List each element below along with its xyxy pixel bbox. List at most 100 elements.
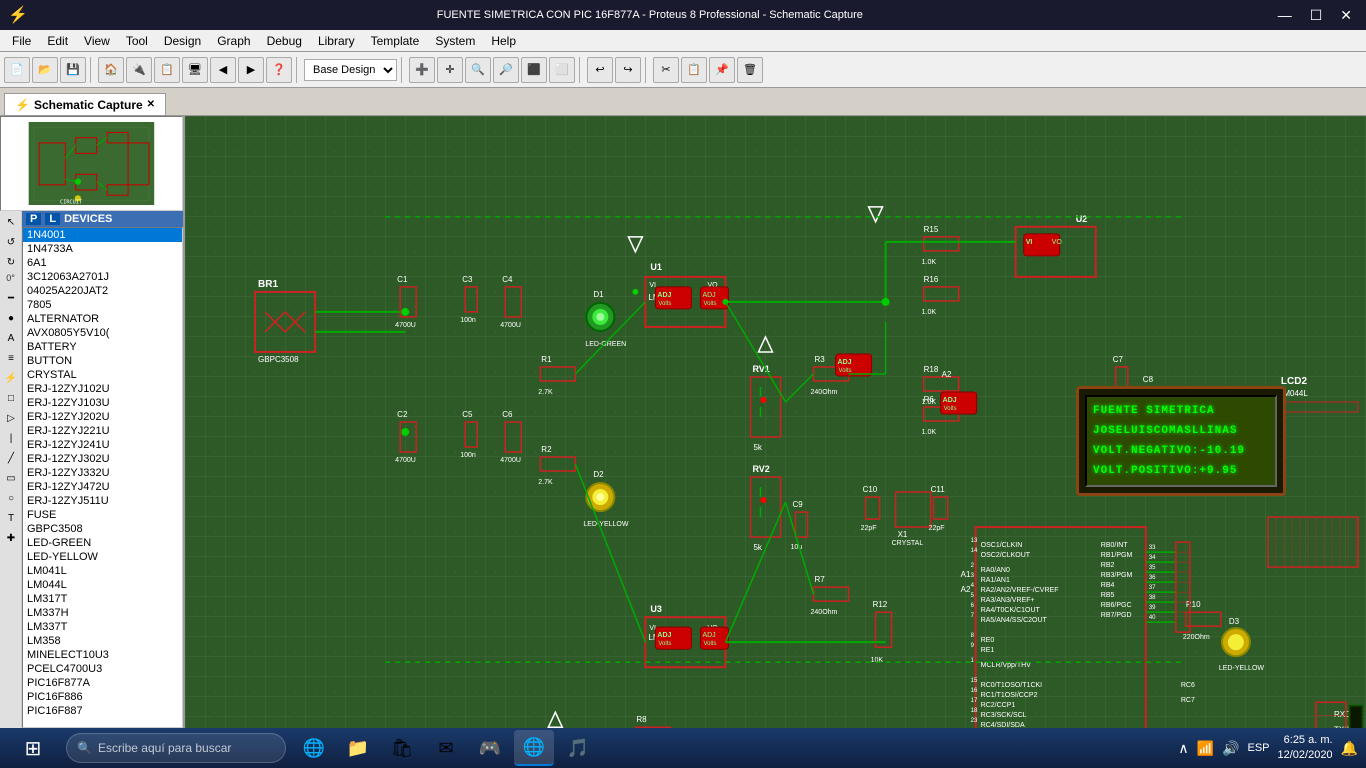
tool-bus[interactable]: ≡ — [2, 349, 20, 367]
menu-system[interactable]: System — [427, 30, 483, 51]
device-item[interactable]: LM337H — [23, 606, 182, 620]
search-bar[interactable]: 🔍 Escribe aquí para buscar — [66, 733, 286, 763]
design-dropdown[interactable]: Base Design — [304, 59, 397, 81]
minimize-button[interactable]: — — [1272, 5, 1298, 26]
tb-pcb[interactable]: 🖥 — [182, 57, 208, 83]
device-item[interactable]: 6A1 — [23, 256, 182, 270]
tool-undo[interactable]: ↺ — [2, 233, 20, 251]
device-item[interactable]: LM041L — [23, 564, 182, 578]
tool-select[interactable]: ↖ — [2, 213, 20, 231]
tool-circle[interactable]: ○ — [2, 489, 20, 507]
device-item[interactable]: 7805 — [23, 298, 182, 312]
chevron-up-icon[interactable]: ∧ — [1178, 740, 1188, 757]
device-item[interactable]: BUTTON — [23, 354, 182, 368]
tb-netlist[interactable]: 🔌 — [126, 57, 152, 83]
menu-template[interactable]: Template — [363, 30, 428, 51]
device-item[interactable]: 3C12063A2701J — [23, 270, 182, 284]
device-item[interactable]: ERJ-12ZYJ221U — [23, 424, 182, 438]
tool-pin[interactable]: | — [2, 429, 20, 447]
device-item[interactable]: LED-GREEN — [23, 536, 182, 550]
tb-paste[interactable]: 📌 — [709, 57, 735, 83]
device-item[interactable]: LM358 — [23, 634, 182, 648]
tb-fwd[interactable]: ▶ — [238, 57, 264, 83]
taskbar-app-explorer[interactable]: 📁 — [338, 730, 378, 766]
taskbar-app-media[interactable]: 🎵 — [558, 730, 598, 766]
device-item[interactable]: PIC16F886 — [23, 690, 182, 704]
tool-line[interactable]: ╱ — [2, 449, 20, 467]
taskbar-app-mail[interactable]: ✉ — [426, 730, 466, 766]
tool-rect[interactable]: ▭ — [2, 469, 20, 487]
device-item[interactable]: ERJ-12ZYJ511U — [23, 494, 182, 508]
tb-open[interactable]: 📂 — [32, 57, 58, 83]
device-list[interactable]: 1N40011N4733A6A13C12063A2701J04025A220JA… — [22, 227, 183, 728]
tab-close-button[interactable]: ✕ — [147, 99, 155, 110]
notifications-icon[interactable]: 🔔 — [1341, 740, 1358, 757]
tb-zoom-out[interactable]: 🔎 — [493, 57, 519, 83]
tool-component[interactable]: □ — [2, 389, 20, 407]
device-item[interactable]: 1N4733A — [23, 242, 182, 256]
tool-port[interactable]: ▷ — [2, 409, 20, 427]
device-item[interactable]: MINELECT10U3 — [23, 648, 182, 662]
menu-library[interactable]: Library — [310, 30, 363, 51]
tool-redo[interactable]: ↻ — [2, 253, 20, 271]
device-item[interactable]: 1N4001 — [23, 228, 182, 242]
tb-new[interactable]: 📄 — [4, 57, 30, 83]
tool-junction[interactable]: ● — [2, 309, 20, 327]
device-item[interactable]: FUSE — [23, 508, 182, 522]
maximize-button[interactable]: ☐ — [1304, 5, 1329, 26]
device-item[interactable]: LM317T — [23, 592, 182, 606]
taskbar-app-chrome[interactable]: 🌐 — [514, 730, 554, 766]
tool-text[interactable]: T — [2, 509, 20, 527]
device-item[interactable]: CRYSTAL — [23, 368, 182, 382]
menu-design[interactable]: Design — [156, 30, 209, 51]
device-item[interactable]: LED-YELLOW — [23, 550, 182, 564]
tb-home[interactable]: 🏠 — [98, 57, 124, 83]
taskbar-app-game[interactable]: 🎮 — [470, 730, 510, 766]
language-indicator[interactable]: ESP — [1247, 742, 1269, 754]
device-item[interactable]: BATTERY — [23, 340, 182, 354]
device-item[interactable]: LM337T — [23, 620, 182, 634]
tb-cut[interactable]: ✂ — [653, 57, 679, 83]
tb-delete[interactable]: 🗑 — [737, 57, 763, 83]
device-item[interactable]: ERJ-12ZYJ202U — [23, 410, 182, 424]
system-clock[interactable]: 6:25 a. m. 12/02/2020 — [1278, 733, 1333, 764]
tool-power[interactable]: ⚡ — [2, 369, 20, 387]
tb-bom[interactable]: 📋 — [154, 57, 180, 83]
menu-tool[interactable]: Tool — [118, 30, 156, 51]
tb-zoom-fit[interactable]: ⬛ — [521, 57, 547, 83]
taskbar-app-edge[interactable]: 🌐 — [294, 730, 334, 766]
pl-button-l[interactable]: L — [45, 213, 60, 225]
device-item[interactable]: AVX0805Y5V10( — [23, 326, 182, 340]
close-button[interactable]: ✕ — [1334, 5, 1358, 26]
menu-view[interactable]: View — [76, 30, 118, 51]
device-item[interactable]: PIC16F877A — [23, 676, 182, 690]
menu-help[interactable]: Help — [483, 30, 524, 51]
device-item[interactable]: LM044L — [23, 578, 182, 592]
tb-move[interactable]: ✛ — [437, 57, 463, 83]
menu-debug[interactable]: Debug — [259, 30, 310, 51]
menu-edit[interactable]: Edit — [39, 30, 76, 51]
device-item[interactable]: ERJ-12ZYJ103U — [23, 396, 182, 410]
tb-help[interactable]: ❓ — [266, 57, 292, 83]
device-item[interactable]: ERJ-12ZYJ102U — [23, 382, 182, 396]
device-item[interactable]: ALTERNATOR — [23, 312, 182, 326]
tb-undo[interactable]: ↩ — [587, 57, 613, 83]
device-item[interactable]: ERJ-12ZYJ302U — [23, 452, 182, 466]
tb-save[interactable]: 💾 — [60, 57, 86, 83]
menu-graph[interactable]: Graph — [209, 30, 258, 51]
device-item[interactable]: PIC16F887 — [23, 704, 182, 718]
tb-zoom-in[interactable]: 🔍 — [465, 57, 491, 83]
tb-redo[interactable]: ↪ — [615, 57, 641, 83]
device-item[interactable]: ERJ-12ZYJ241U — [23, 438, 182, 452]
tool-marker[interactable]: ✚ — [2, 529, 20, 547]
device-item[interactable]: ERJ-12ZYJ472U — [23, 480, 182, 494]
schematic-area[interactable]: BR1 GBPC3508 C1 4700U C2 4700U C3 100n C… — [185, 116, 1366, 728]
device-item[interactable]: PCELC4700U3 — [23, 662, 182, 676]
tb-copy[interactable]: 📋 — [681, 57, 707, 83]
taskbar-app-store[interactable]: 🛍 — [382, 730, 422, 766]
volume-icon[interactable]: 🔊 — [1222, 740, 1239, 757]
tool-label[interactable]: A — [2, 329, 20, 347]
network-icon[interactable]: 📶 — [1197, 740, 1214, 757]
schematic-capture-tab[interactable]: ⚡ Schematic Capture ✕ — [4, 93, 166, 115]
pl-button-p[interactable]: P — [26, 213, 41, 225]
